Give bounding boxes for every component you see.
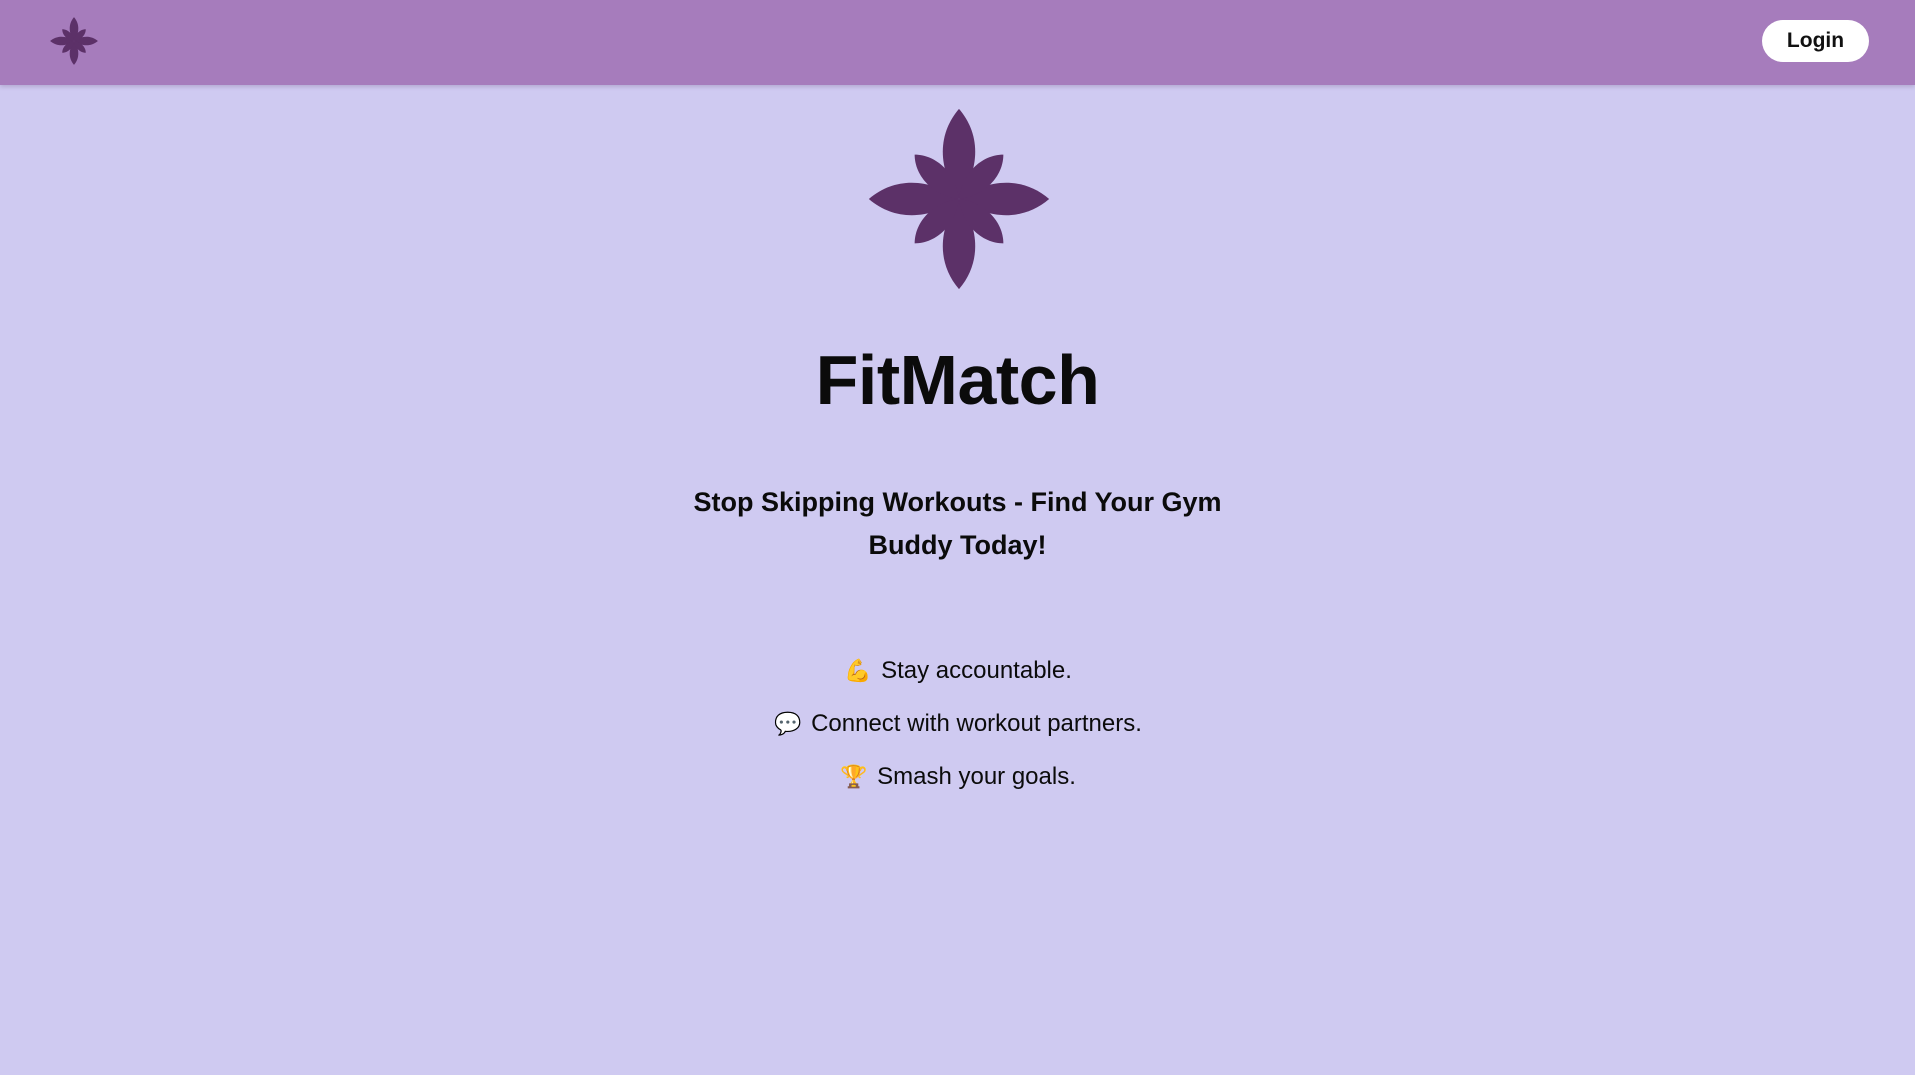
feature-item-connect: 💬 Connect with workout partners. [0,696,1915,749]
feature-text: Smash your goals. [877,763,1076,791]
feature-text: Stay accountable. [881,657,1072,685]
feature-item-goals: 🏆 Smash your goals. [0,749,1915,802]
flower-logo-icon[interactable] [48,15,100,67]
trophy-icon: 🏆 [840,764,868,790]
feature-list: 💪 Stay accountable. 💬 Connect with workout… [0,643,1915,802]
feature-text: Connect with workout partners. [811,710,1142,738]
login-button[interactable]: Login [1762,20,1869,62]
app-title: FitMatch [815,341,1100,419]
flower-logo-icon [861,101,1057,297]
feature-item-accountable: 💪 Stay accountable. [0,643,1915,696]
top-navbar: Login [0,0,1915,85]
flexed-biceps-icon: 💪 [844,658,872,684]
speech-bubble-icon: 💬 [774,711,802,737]
tagline: Stop Skipping Workouts - Find Your Gym B… [693,487,1222,560]
